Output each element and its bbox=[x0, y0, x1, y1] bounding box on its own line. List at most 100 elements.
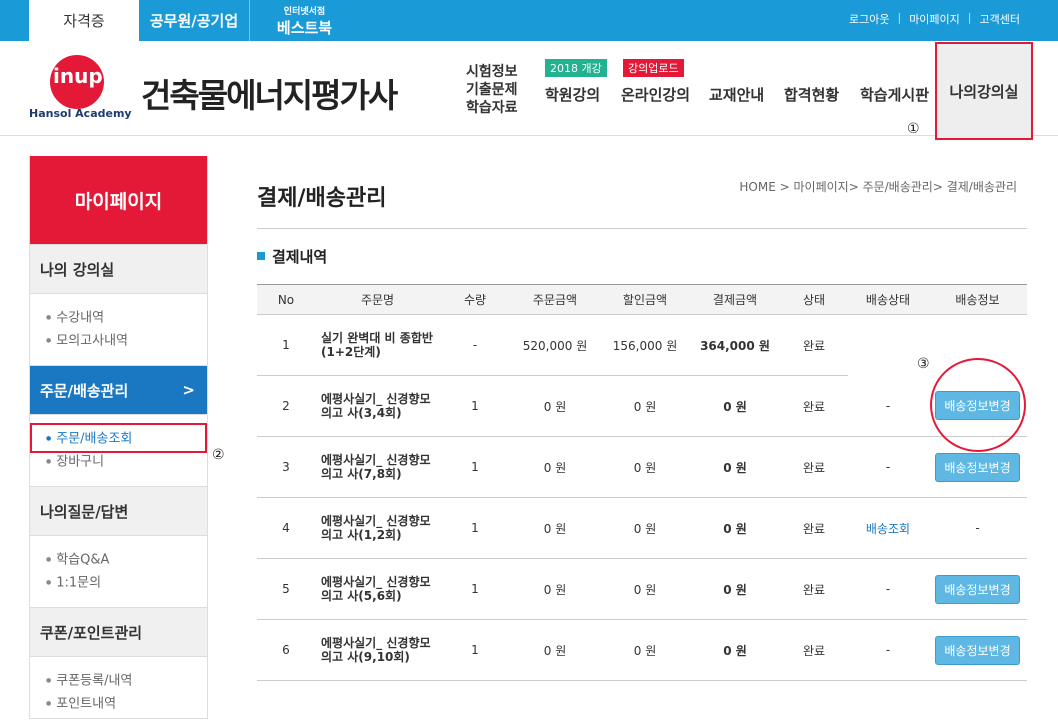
top-bar: 자격증 공무원/공기업 인터넷서점 베스트북 로그아웃 | 마이페이지 | 고객… bbox=[0, 0, 1058, 41]
bestbook-label: 베스트북 bbox=[276, 18, 333, 37]
marker-2: ② bbox=[212, 447, 225, 463]
square-bullet-icon bbox=[257, 252, 265, 260]
cell-order-name: 에평사실기_ 신경향모의고 사(1,2회) bbox=[315, 497, 440, 559]
section-label: 결제내역 bbox=[272, 248, 328, 266]
cell-order-amount: 0 원 bbox=[510, 436, 600, 498]
payment-table: No 주문명 수량 주문금액 할인금액 결제금액 상태 배송상태 배송정보 1 … bbox=[257, 284, 1027, 681]
tab-bestbook[interactable]: 인터넷서점 베스트북 bbox=[249, 0, 359, 41]
cell-qty: 1 bbox=[440, 619, 510, 681]
mypage-link[interactable]: 마이페이지 bbox=[909, 11, 960, 27]
change-shipping-info-button[interactable]: 배송정보변경 bbox=[935, 574, 1020, 604]
col-order-amount: 주문금액 bbox=[510, 284, 600, 315]
nav-pass-status[interactable]: 합격현황 bbox=[784, 84, 839, 105]
cell-qty: - bbox=[440, 314, 510, 376]
tab-label: 공무원/공기업 bbox=[149, 12, 239, 30]
cell-status: 완료 bbox=[780, 375, 848, 437]
cell-discount: 0 원 bbox=[600, 375, 690, 437]
sidebar-sub-coupon-point: 쿠폰등록/내역 포인트내역 bbox=[30, 657, 207, 728]
cell-payment: 0 원 bbox=[690, 619, 780, 681]
sidebar-item-mock-exam-history[interactable]: 모의고사내역 bbox=[46, 330, 207, 353]
nav-study-board[interactable]: 학습게시판 bbox=[860, 84, 929, 105]
highlight-box-order-lookup bbox=[30, 423, 207, 453]
col-ship-status: 배송상태 bbox=[848, 284, 928, 315]
cell-qty: 1 bbox=[440, 436, 510, 498]
site-title[interactable]: 건축물에너지평가사 bbox=[141, 69, 398, 117]
cell-status: 완료 bbox=[780, 314, 848, 376]
cell-status: 완료 bbox=[780, 436, 848, 498]
exam-info-link[interactable]: 시험정보 bbox=[466, 63, 518, 81]
cell-qty: 1 bbox=[440, 375, 510, 437]
sidebar-item-cart[interactable]: 장바구니 bbox=[46, 451, 207, 474]
cell-ship-status: - bbox=[848, 375, 928, 437]
divider: | bbox=[897, 11, 902, 24]
academy-badge: 2018 개강 bbox=[545, 59, 607, 77]
marker-1: ① bbox=[907, 121, 920, 137]
chevron-right-icon: > bbox=[182, 381, 195, 399]
cell-no: 2 bbox=[257, 375, 315, 437]
cell-ship-status: 배송조회 bbox=[848, 497, 928, 559]
sidebar-item-course-history[interactable]: 수강내역 bbox=[46, 307, 207, 330]
cell-no: 4 bbox=[257, 497, 315, 559]
section-title: 결제내역 bbox=[257, 246, 327, 267]
study-material-link[interactable]: 학습자료 bbox=[466, 99, 518, 117]
online-badge: 강의업로드 bbox=[623, 59, 684, 77]
sidebar-item-1on1[interactable]: 1:1문의 bbox=[46, 572, 207, 595]
cell-order-amount: 0 원 bbox=[510, 558, 600, 620]
breadcrumb: HOME > 마이페이지> 주문/배송관리> 결제/배송관리 bbox=[739, 180, 1017, 194]
title-divider bbox=[257, 228, 1027, 229]
sidebar-section-my-classroom[interactable]: 나의 강의실 bbox=[30, 244, 207, 294]
cell-order-name: 에평사실기_ 신경향모의고 사(9,10회) bbox=[315, 619, 440, 681]
customer-center-link[interactable]: 고객센터 bbox=[980, 11, 1020, 27]
cell-payment: 0 원 bbox=[690, 497, 780, 559]
table-row: 3 에평사실기_ 신경향모의고 사(7,8회) 1 0 원 0 원 0 원 완료… bbox=[257, 436, 1027, 498]
sidebar-item-study-qna[interactable]: 학습Q&A bbox=[46, 549, 207, 572]
col-payment: 결제금액 bbox=[690, 284, 780, 315]
nav-my-classroom[interactable]: 나의강의실 bbox=[935, 42, 1033, 140]
col-qty: 수량 bbox=[440, 284, 510, 315]
cell-ship-info: 배송정보변경 bbox=[928, 619, 1027, 681]
nav-academy-lecture[interactable]: 학원강의 bbox=[545, 84, 600, 105]
highlight-circle bbox=[930, 358, 1026, 452]
change-shipping-info-button[interactable]: 배송정보변경 bbox=[935, 452, 1020, 482]
cell-discount: 0 원 bbox=[600, 619, 690, 681]
col-discount: 할인금액 bbox=[600, 284, 690, 315]
cell-status: 완료 bbox=[780, 619, 848, 681]
cell-no: 6 bbox=[257, 619, 315, 681]
table-row: 5 에평사실기_ 신경향모의고 사(5,6회) 1 0 원 0 원 0 원 완료… bbox=[257, 558, 1027, 620]
sidebar-section-label: 주문/배송관리 bbox=[40, 381, 129, 400]
marker-3: ③ bbox=[917, 356, 930, 372]
sidebar-item-points[interactable]: 포인트내역 bbox=[46, 693, 207, 716]
bestbook-small-label: 인터넷서점 bbox=[283, 6, 326, 17]
table-row: 1 실기 완벽대 비 종합반 (1+2단계) - 520,000 원 156,0… bbox=[257, 314, 1027, 376]
sidebar-section-order-delivery[interactable]: 주문/배송관리 > bbox=[30, 365, 207, 415]
sidebar-item-coupon[interactable]: 쿠폰등록/내역 bbox=[46, 670, 207, 693]
sidebar-sub-my-classroom: 수강내역 모의고사내역 bbox=[30, 294, 207, 365]
table-header: No 주문명 수량 주문금액 할인금액 결제금액 상태 배송상태 배송정보 bbox=[257, 284, 1027, 315]
sidebar-section-coupon-point[interactable]: 쿠폰/포인트관리 bbox=[30, 607, 207, 657]
nav-label: 나의강의실 bbox=[949, 82, 1019, 101]
track-delivery-link[interactable]: 배송조회 bbox=[866, 522, 910, 536]
nav-online-lecture[interactable]: 온라인강의 bbox=[621, 84, 690, 105]
cell-order-name: 에평사실기_ 신경향모의고 사(7,8회) bbox=[315, 436, 440, 498]
tab-certification[interactable]: 자격증 bbox=[29, 0, 139, 41]
cell-order-name: 에평사실기_ 신경향모의고 사(3,4회) bbox=[315, 375, 440, 437]
cell-order-amount: 520,000 원 bbox=[510, 314, 600, 376]
cell-order-amount: 0 원 bbox=[510, 497, 600, 559]
logo-text[interactable]: inup bbox=[53, 64, 103, 88]
col-ship-info: 배송정보 bbox=[928, 284, 1027, 315]
tab-label: 자격증 bbox=[63, 12, 105, 30]
logo-subtitle: Hansol Academy bbox=[29, 107, 132, 120]
table-row: 6 에평사실기_ 신경향모의고 사(9,10회) 1 0 원 0 원 0 원 완… bbox=[257, 619, 1027, 681]
cell-status: 완료 bbox=[780, 497, 848, 559]
cell-ship-status: - bbox=[848, 619, 928, 681]
past-exams-link[interactable]: 기출문제 bbox=[466, 81, 518, 99]
col-no: No bbox=[257, 284, 315, 315]
change-shipping-info-button[interactable]: 배송정보변경 bbox=[935, 635, 1020, 665]
cell-discount: 0 원 bbox=[600, 558, 690, 620]
col-order-name: 주문명 bbox=[315, 284, 440, 315]
tab-civil-service[interactable]: 공무원/공기업 bbox=[139, 0, 249, 41]
nav-textbook[interactable]: 교재안내 bbox=[709, 84, 764, 105]
sidebar-title: 마이페이지 bbox=[30, 156, 207, 244]
sidebar-section-qna[interactable]: 나의질문/답변 bbox=[30, 486, 207, 536]
logout-link[interactable]: 로그아웃 bbox=[849, 11, 889, 27]
